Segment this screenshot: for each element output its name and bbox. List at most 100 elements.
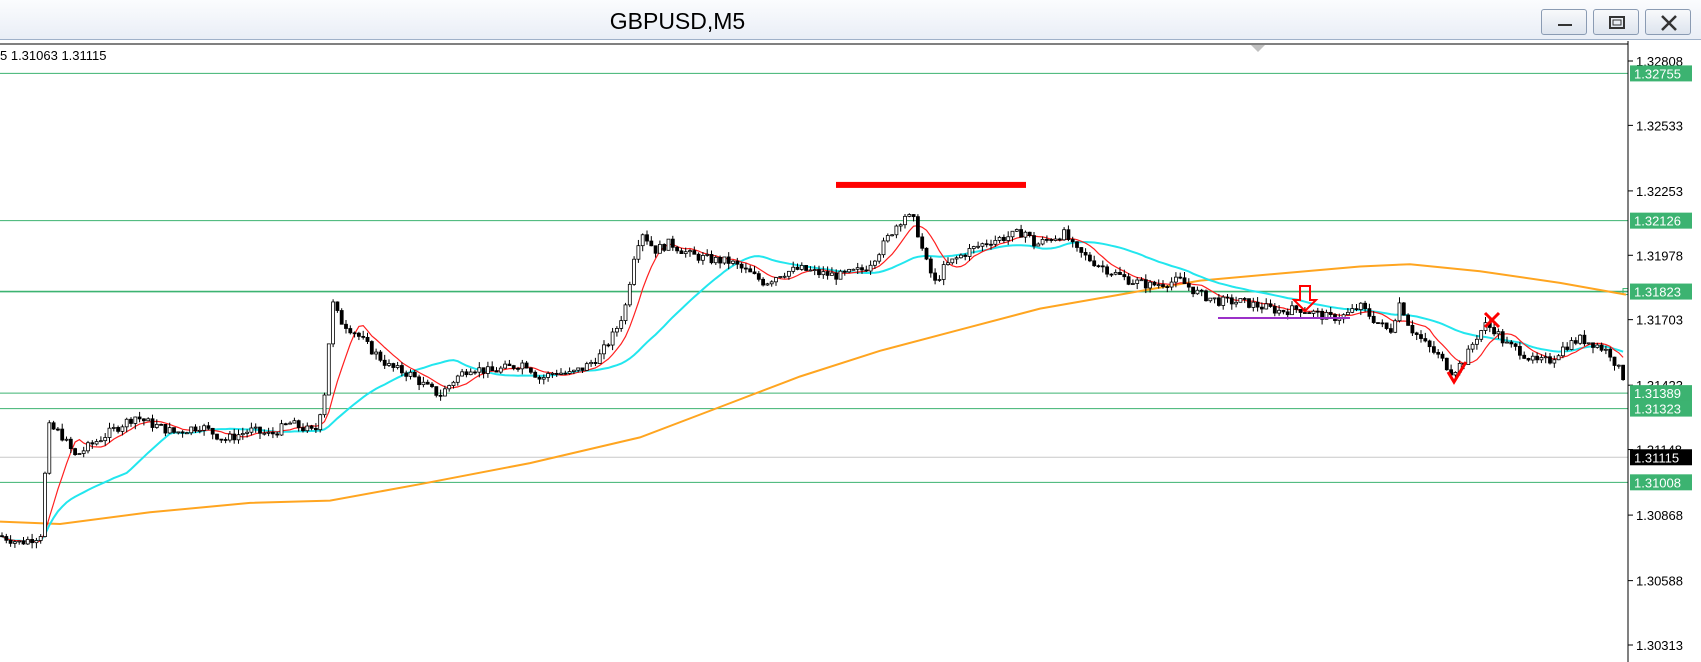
candle-body bbox=[481, 367, 486, 374]
candle-body bbox=[172, 427, 176, 433]
candle-body bbox=[292, 420, 297, 424]
candlesticks bbox=[0, 213, 1625, 549]
candle-body bbox=[1066, 229, 1071, 240]
maximize-button[interactable] bbox=[1593, 9, 1639, 35]
candle-body bbox=[1109, 273, 1114, 276]
candle-body bbox=[77, 453, 82, 456]
candle-body bbox=[881, 240, 886, 256]
candle-body bbox=[81, 450, 86, 454]
candle-body bbox=[146, 418, 151, 422]
candle-body bbox=[1070, 239, 1075, 243]
candle-body bbox=[1616, 364, 1621, 367]
candle-body bbox=[43, 472, 47, 537]
candle-body bbox=[1346, 311, 1350, 316]
candle-body bbox=[137, 416, 142, 420]
candle-body bbox=[963, 254, 968, 257]
candle-body bbox=[1608, 348, 1613, 358]
candle-body bbox=[94, 441, 99, 445]
ma-slow-line bbox=[0, 263, 1627, 526]
candle-body bbox=[348, 328, 353, 334]
candle-body bbox=[795, 266, 800, 270]
candle-body bbox=[546, 373, 550, 378]
candle-body bbox=[916, 216, 920, 238]
price-tick-label: 1.32253 bbox=[1636, 184, 1683, 199]
candle-body bbox=[1217, 297, 1221, 306]
candle-body bbox=[464, 371, 469, 376]
candle-body bbox=[193, 426, 198, 432]
candle-body bbox=[301, 427, 305, 432]
candle-body bbox=[830, 272, 834, 276]
candle-body bbox=[692, 250, 697, 255]
candle-body bbox=[1290, 305, 1294, 316]
candle-body bbox=[1522, 354, 1527, 359]
candle-body bbox=[322, 394, 327, 416]
price-tick-label: 1.31703 bbox=[1636, 313, 1683, 328]
candle-body bbox=[1604, 348, 1608, 351]
candle-body bbox=[1539, 357, 1544, 361]
candle-body bbox=[408, 371, 413, 377]
candle-body bbox=[1496, 331, 1501, 335]
candle-body bbox=[1277, 309, 1281, 314]
candle-body bbox=[928, 258, 933, 274]
candle-body bbox=[537, 376, 542, 380]
candle-body bbox=[391, 363, 396, 368]
candle-body bbox=[68, 438, 73, 449]
candle-body bbox=[1354, 308, 1359, 311]
candle-body bbox=[1096, 265, 1101, 268]
candle-body bbox=[1595, 344, 1600, 348]
candle-body bbox=[1229, 297, 1234, 305]
candle-body bbox=[1500, 331, 1505, 344]
candle-body bbox=[331, 301, 336, 345]
candle-body bbox=[103, 437, 108, 442]
candle-body bbox=[154, 423, 159, 428]
minimize-button[interactable] bbox=[1541, 9, 1587, 35]
candle-body bbox=[989, 243, 993, 246]
candle-body bbox=[468, 371, 473, 376]
candle-body bbox=[421, 381, 426, 386]
candle-body bbox=[1083, 252, 1088, 256]
restore-icon bbox=[1609, 16, 1625, 29]
candle-body bbox=[56, 428, 60, 431]
close-button[interactable] bbox=[1645, 9, 1691, 35]
candle-body bbox=[1174, 276, 1178, 283]
candle-body bbox=[1105, 266, 1109, 275]
candle-body bbox=[236, 434, 241, 441]
candle-body bbox=[1518, 346, 1522, 356]
candle-body bbox=[1393, 320, 1398, 333]
price-tick-label: 1.31978 bbox=[1636, 248, 1683, 263]
price-chart[interactable]: 1.328081.325331.322531.319781.317031.314… bbox=[0, 41, 1701, 662]
candle-body bbox=[223, 439, 228, 441]
candle-body bbox=[804, 265, 808, 271]
candle-body bbox=[215, 433, 219, 440]
price-axis-panel bbox=[1628, 41, 1701, 662]
candle-body bbox=[1479, 330, 1484, 340]
candle-body bbox=[993, 240, 998, 245]
price-tick-label: 1.30868 bbox=[1636, 508, 1683, 523]
candle-body bbox=[554, 372, 559, 375]
candle-body bbox=[25, 539, 30, 545]
candle-body bbox=[1466, 348, 1471, 365]
candle-body bbox=[1075, 241, 1079, 248]
candle-body bbox=[335, 301, 340, 311]
candle-body bbox=[1414, 332, 1419, 335]
candle-body bbox=[1565, 346, 1570, 350]
candle-body bbox=[1006, 236, 1011, 241]
candle-body bbox=[610, 331, 615, 346]
candle-body bbox=[1569, 340, 1574, 350]
candle-body bbox=[589, 362, 593, 365]
candle-body bbox=[890, 234, 894, 237]
candle-body bbox=[868, 264, 873, 272]
candle-body bbox=[735, 260, 740, 265]
candle-body bbox=[576, 367, 581, 371]
candle-body bbox=[851, 268, 856, 271]
candle-body bbox=[1380, 322, 1385, 325]
candle-body bbox=[937, 279, 942, 281]
candle-body bbox=[356, 332, 361, 337]
candle-body bbox=[344, 323, 348, 329]
candle-body bbox=[176, 431, 181, 434]
candle-body bbox=[189, 426, 194, 434]
candle-body bbox=[1350, 308, 1355, 313]
candle-body bbox=[1440, 353, 1445, 359]
candle-body bbox=[1294, 305, 1299, 310]
candle-body bbox=[898, 224, 903, 227]
